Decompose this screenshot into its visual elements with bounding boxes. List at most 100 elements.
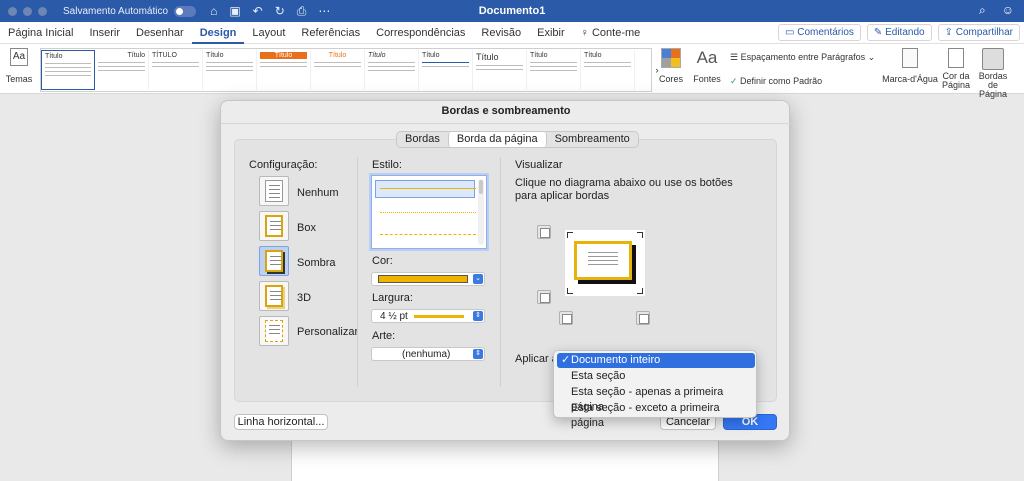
save-icon[interactable]: ▣ — [229, 4, 240, 19]
ribbon-tabs: Página Inicial Inserir Desenhar Design L… — [0, 22, 1024, 44]
config-box-icon — [265, 215, 283, 237]
art-label: Arte: — [372, 330, 396, 342]
search-icon[interactable]: ⌕ — [979, 3, 986, 18]
page-borders-label: Bordas de Página — [978, 71, 1008, 99]
dialog-tab-control: Bordas Borda da página Sombreamento — [396, 131, 639, 148]
tab-review[interactable]: Revisão — [473, 22, 529, 44]
set-default-label: Definir como Padrão — [740, 76, 823, 86]
config-none-button[interactable] — [259, 176, 289, 206]
tab-draw[interactable]: Desenhar — [128, 22, 192, 44]
tab-mailings[interactable]: Correspondências — [368, 22, 473, 44]
style-set-item[interactable]: Título — [311, 50, 365, 90]
style-list[interactable] — [371, 175, 487, 249]
style-option-dotted[interactable] — [380, 212, 476, 213]
style-option-solid[interactable] — [380, 188, 476, 189]
horizontal-line-button[interactable]: Linha horizontal... — [234, 414, 328, 430]
style-option-dashed[interactable] — [380, 234, 476, 235]
color-label: Cor: — [372, 255, 393, 267]
watermark-icon — [902, 48, 918, 68]
border-preview-diagram[interactable] — [565, 230, 645, 296]
top-border-button[interactable] — [537, 225, 551, 239]
document-page[interactable] — [291, 438, 719, 481]
page-color-icon — [948, 48, 964, 68]
editing-button[interactable]: ✎ Editando — [866, 24, 932, 41]
bottom-border-button[interactable] — [537, 290, 551, 304]
config-none-label: Nenhum — [297, 187, 339, 199]
config-custom-button[interactable] — [259, 316, 289, 346]
more-icon[interactable]: ⋯ — [318, 4, 330, 19]
tab-borders[interactable]: Bordas — [397, 132, 448, 147]
tab-page-border[interactable]: Borda da página — [447, 132, 547, 147]
style-set-item[interactable]: Título — [41, 50, 95, 90]
tab-shading[interactable]: Sombreamento — [547, 132, 638, 147]
checkmark-icon: ✓ — [561, 354, 571, 366]
style-set-item[interactable]: Título — [95, 50, 149, 90]
minimize-window-button[interactable] — [23, 6, 32, 16]
print-icon[interactable]: ⎙ — [297, 4, 307, 19]
apply-to-menu: ✓ Documento inteiro Esta seção Esta seçã… — [553, 350, 757, 429]
style-set-item[interactable]: TÍTULO — [149, 50, 203, 90]
comments-button[interactable]: ▭ Comentários — [777, 24, 861, 41]
config-shadow-button[interactable] — [259, 246, 289, 276]
watermark-button[interactable]: Marca-d'Água — [880, 48, 940, 84]
watermark-label: Marca-d'Água — [882, 74, 938, 84]
tab-view[interactable]: Exibir — [529, 22, 573, 44]
config-box-button[interactable] — [259, 211, 289, 241]
page-color-button[interactable]: Cor da Página — [940, 48, 972, 90]
style-set-item[interactable]: Título — [365, 50, 419, 90]
color-popup[interactable]: ⌄ — [371, 272, 485, 286]
set-default-button[interactable]: ✓ Definir como Padrão — [730, 76, 822, 87]
page-borders-button[interactable]: Bordas de Página — [976, 48, 1010, 99]
close-window-button[interactable] — [8, 6, 17, 16]
redo-icon[interactable]: ↻ — [275, 4, 285, 19]
window-controls — [8, 6, 47, 16]
style-option-selected[interactable] — [375, 180, 475, 198]
share-button[interactable]: ⇪ Compartilhar — [937, 24, 1020, 41]
apply-option-whole-document[interactable]: ✓ Documento inteiro — [557, 353, 755, 368]
account-icon[interactable]: ☺ — [1002, 3, 1014, 18]
style-set-item[interactable]: Título — [581, 50, 635, 90]
autosave-toggle[interactable] — [174, 5, 197, 17]
tab-home[interactable]: Página Inicial — [0, 22, 81, 44]
style-set-item[interactable]: Título — [419, 50, 473, 90]
preview-bordered-area — [574, 241, 632, 280]
art-popup[interactable]: (nenhuma) ⇕ — [371, 347, 485, 361]
tab-design[interactable]: Design — [191, 22, 245, 44]
style-set-item[interactable]: Título — [257, 50, 311, 90]
style-set-item[interactable]: Título — [203, 50, 257, 90]
zoom-window-button[interactable] — [38, 6, 47, 16]
tab-tell-me[interactable]: ♀ Conte-me — [573, 22, 649, 44]
apply-option-first-page-only[interactable]: Esta seção - apenas a primeira página — [557, 385, 755, 413]
themes-icon: Aa — [10, 48, 28, 66]
tab-insert[interactable]: Inserir — [81, 22, 128, 44]
apply-option-this-section[interactable]: Esta seção — [557, 369, 755, 384]
style-set-gallery: Título Título TÍTULO Título Título Títul… — [40, 48, 652, 92]
config-3d-button[interactable] — [259, 281, 289, 311]
left-border-button[interactable] — [559, 311, 573, 325]
right-border-button[interactable] — [636, 311, 650, 325]
themes-button[interactable]: Aa Temas — [4, 48, 34, 84]
art-value: (nenhuma) — [402, 349, 451, 360]
style-set-title: Título — [476, 52, 499, 62]
apply-option-except-first-page[interactable]: Esta seção - exceto a primeira página — [557, 401, 755, 429]
style-set-item[interactable]: Título — [527, 50, 581, 90]
style-set-title: Título — [422, 52, 440, 59]
colors-label: Cores — [658, 74, 683, 84]
style-set-title: Título — [206, 52, 224, 59]
paragraph-spacing-button[interactable]: ☰ Espaçamento entre Parágrafos ⌄ — [730, 52, 875, 63]
style-list-scrollbar[interactable] — [478, 179, 484, 245]
width-popup[interactable]: 4 ½ pt ⇕ — [371, 309, 485, 323]
style-label: Estilo: — [372, 159, 402, 171]
tab-references[interactable]: Referências — [293, 22, 368, 44]
config-label: Configuração: — [249, 159, 318, 171]
preview-label: Visualizar — [515, 159, 563, 171]
quick-access-toolbar: ⌂ ▣ ↶ ↻ ⎙ ⋯ — [210, 4, 330, 19]
chevron-down-icon: ⌄ — [867, 52, 876, 62]
undo-icon[interactable]: ↶ — [253, 4, 263, 19]
style-set-item[interactable]: Título — [473, 50, 527, 90]
config-shadow-icon — [265, 250, 283, 272]
tab-layout[interactable]: Layout — [244, 22, 293, 44]
fonts-button[interactable]: Aa Fontes — [690, 48, 724, 84]
colors-button[interactable]: Cores — [656, 48, 686, 84]
home-icon[interactable]: ⌂ — [210, 4, 217, 19]
